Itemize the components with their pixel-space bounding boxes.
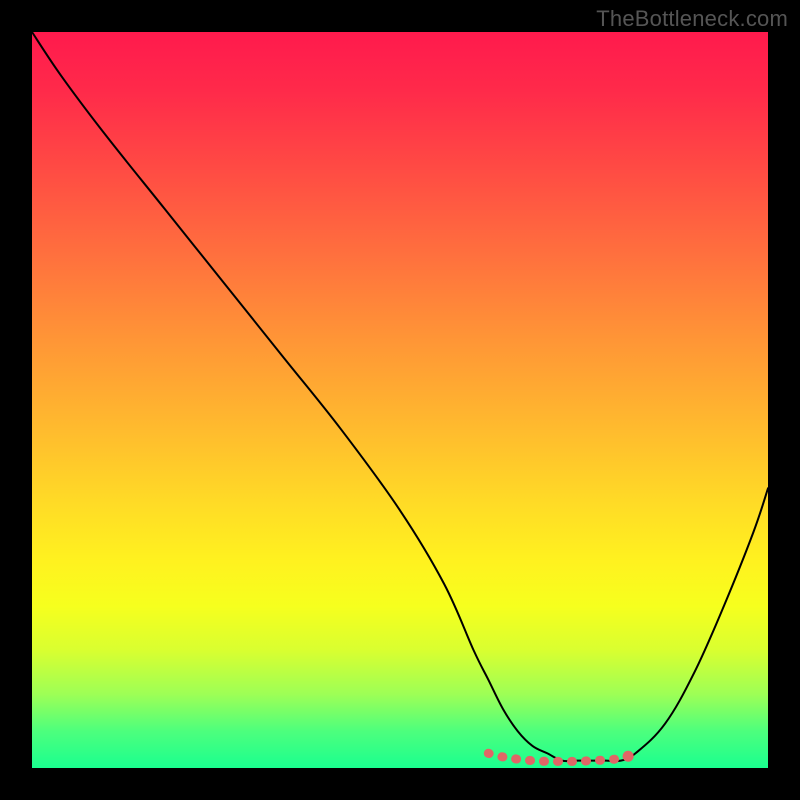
bottleneck-curve [32, 32, 768, 761]
highlight-end-dot [623, 751, 634, 762]
plot-area [32, 32, 768, 768]
curve-layer [32, 32, 768, 768]
watermark-text: TheBottleneck.com [596, 6, 788, 32]
chart-frame: TheBottleneck.com [0, 0, 800, 800]
